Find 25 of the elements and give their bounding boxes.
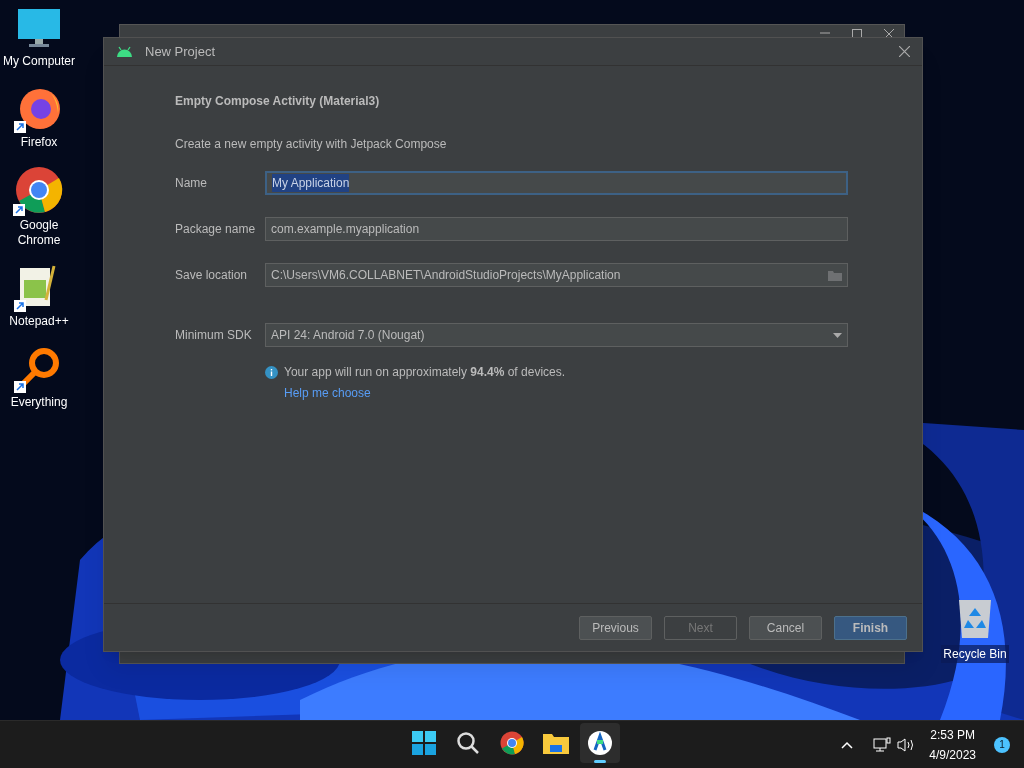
clock-date[interactable]: 4/9/2023 (929, 745, 976, 764)
dialog-button[interactable]: Cancel (749, 615, 822, 640)
activity-heading: Empty Compose Activity (Material3) (175, 93, 381, 110)
window-title: New Project (145, 42, 216, 61)
field-label: Save location (175, 267, 249, 284)
input-field[interactable]: com.example.myapplication (265, 217, 848, 241)
field-label: Package name (175, 221, 257, 238)
field-label: Minimum SDK (175, 327, 253, 344)
input-field[interactable]: C:\Users\VM6.COLLABNET\AndroidStudioProjects\MyApplication (265, 263, 848, 287)
dialog-button[interactable]: Previous (579, 615, 652, 640)
icon-label: Google Chrome (16, 218, 62, 248)
description-text: Create a new empty activity with Jetpack Compose (175, 136, 448, 153)
field-label: Name (175, 175, 208, 192)
dialog-button[interactable]: Finish (834, 615, 907, 640)
sdk-dropdown[interactable]: API 24: Android 7.0 (Nougat) (265, 323, 848, 347)
icon-label: Everything (10, 395, 68, 410)
icon-label: Recycle Bin (941, 645, 1009, 663)
icon-label: Notepad++ (9, 314, 69, 329)
notification-badge[interactable]: 1 (994, 736, 1010, 753)
clock-time[interactable]: 2:53 PM (930, 725, 975, 744)
input-field[interactable]: My Application (265, 171, 848, 195)
help-link[interactable]: Help me choose (284, 384, 848, 402)
icon-label: Firefox (20, 135, 58, 150)
info-text: Your app will run on approximately 94.4% of devices. (284, 364, 566, 381)
icon-label: My Computer (3, 54, 75, 69)
